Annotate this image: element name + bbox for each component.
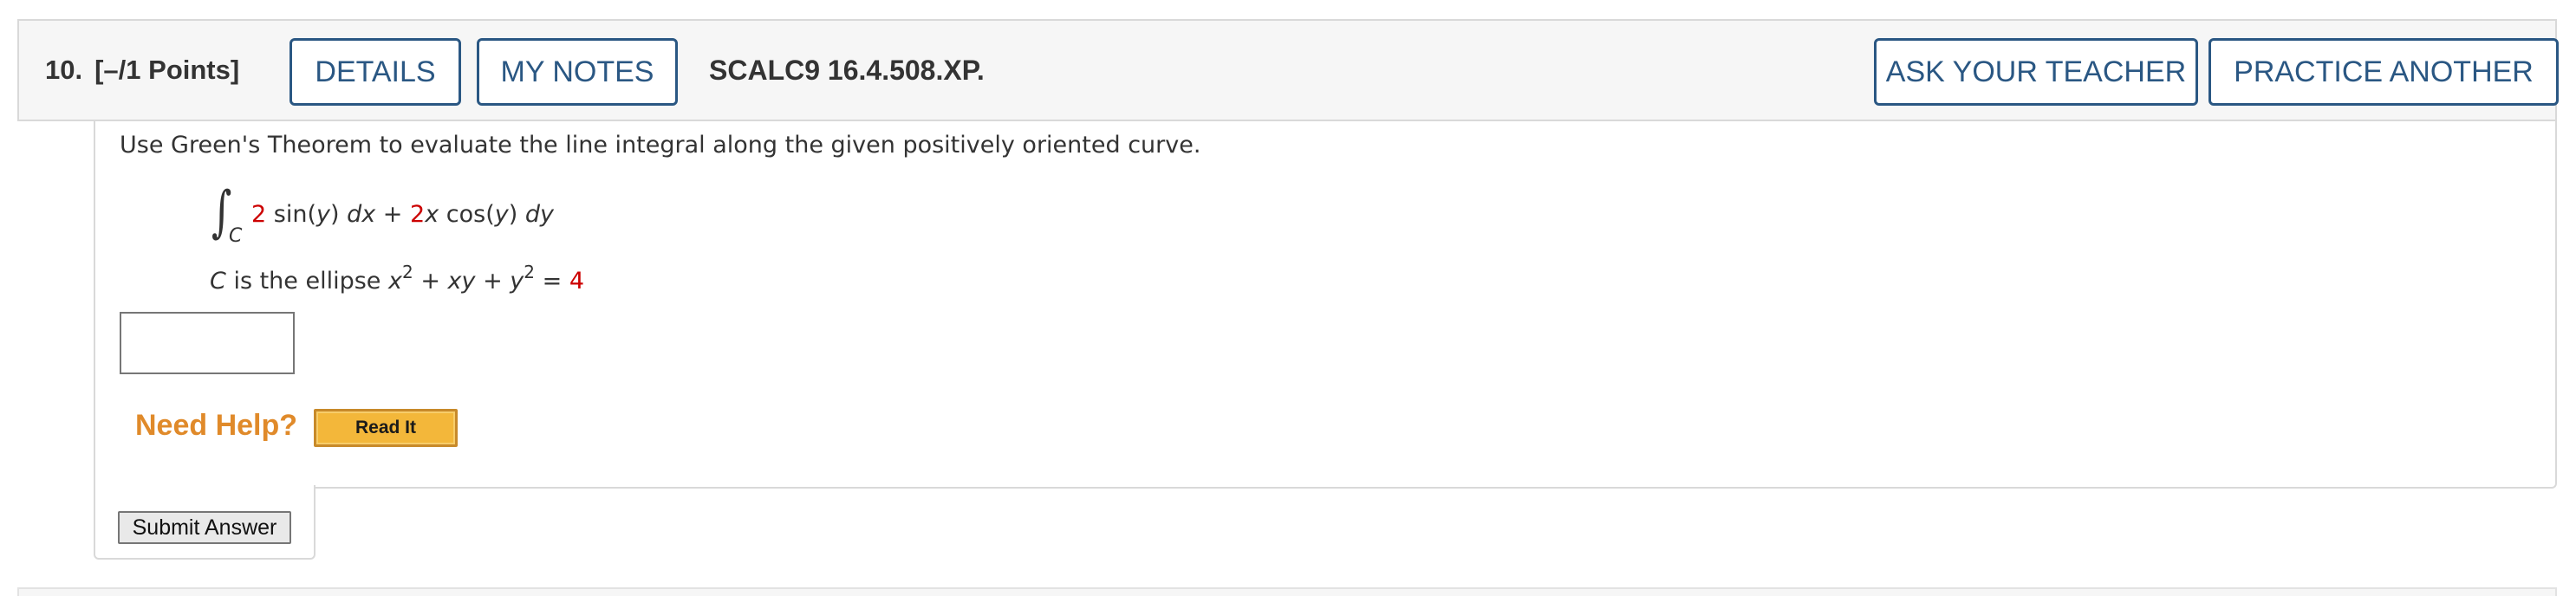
question-page: 10. [–/1 Points] DETAILS MY NOTES SCALC9…: [0, 0, 2576, 596]
question-number-points: 10. [–/1 Points]: [45, 21, 239, 120]
integral-subscript: C: [229, 225, 243, 247]
question-points: [–/1 Points]: [94, 55, 240, 85]
my-notes-button[interactable]: MY NOTES: [477, 38, 678, 106]
question-instruction: Use Green's Theorem to evaluate the line…: [120, 132, 1201, 159]
question-code: SCALC9 16.4.508.XP.: [709, 54, 985, 86]
next-question-edge: [17, 587, 2557, 596]
ask-your-teacher-button[interactable]: ASK YOUR TEACHER: [1874, 38, 2198, 106]
submit-answer-button[interactable]: Submit Answer: [118, 511, 291, 544]
need-help-label: Need Help?: [135, 409, 298, 442]
question-header: 10. [–/1 Points] DETAILS MY NOTES SCALC9…: [17, 19, 2559, 121]
curve-definition: C is the ellipse x2 + xy + y2 = 4: [210, 262, 584, 295]
read-it-button[interactable]: Read It: [314, 409, 458, 447]
integrand: 2 sin(y) dx + 2x cos(y) dy: [251, 201, 554, 228]
question-number: 10.: [45, 55, 83, 85]
answer-input[interactable]: [120, 312, 295, 374]
question-body-panel: [94, 121, 2557, 489]
details-button[interactable]: DETAILS: [289, 38, 461, 106]
practice-another-button[interactable]: PRACTICE ANOTHER: [2208, 38, 2559, 106]
